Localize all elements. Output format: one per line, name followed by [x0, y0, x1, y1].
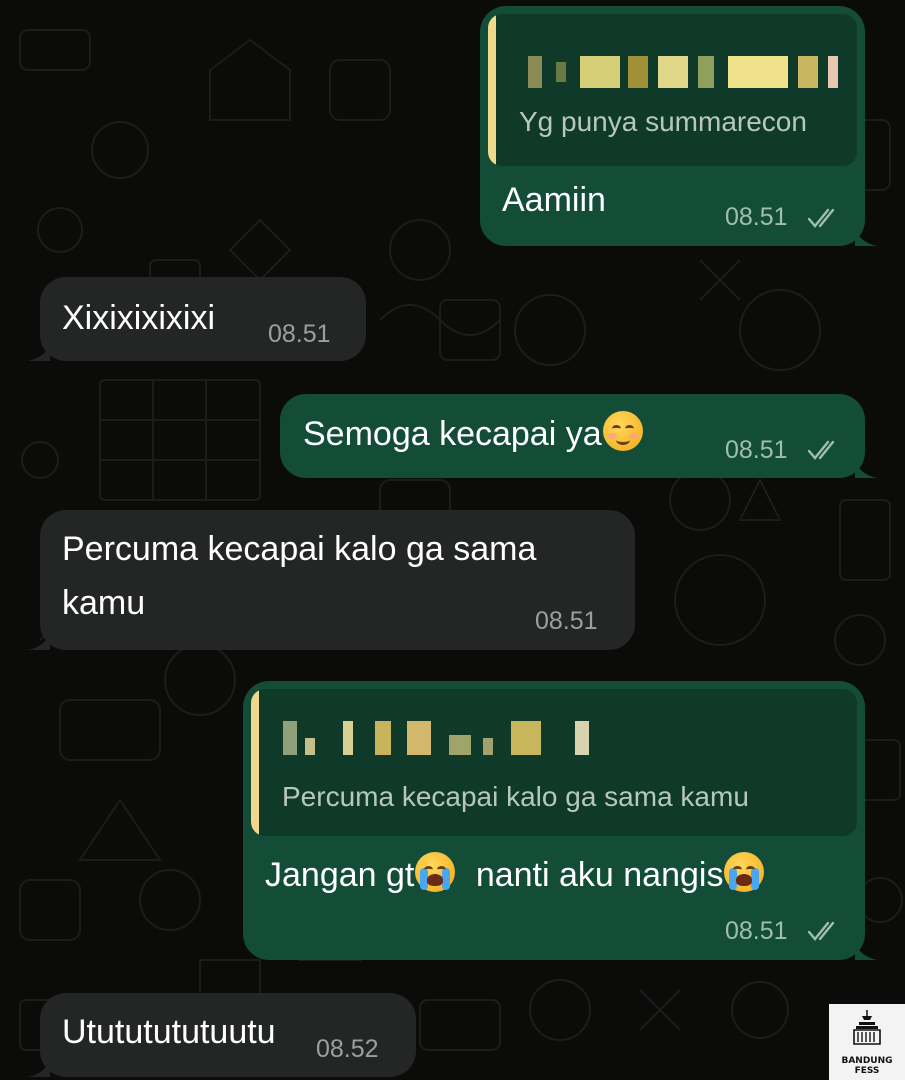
- message-text: Semoga kecapai ya: [303, 407, 644, 461]
- blurred-quote-author: [283, 721, 593, 755]
- quoted-message-text: Yg punya summarecon: [519, 106, 807, 137]
- loudly-crying-face-icon: [415, 852, 456, 892]
- message-text: Jangan gt nanti aku nangis: [265, 848, 765, 902]
- watermark-text: BANDUNG FESS: [829, 1056, 905, 1076]
- double-check-icon: [807, 208, 835, 228]
- message-text: Utututututuutu: [62, 1013, 276, 1051]
- message-text-content: Semoga kecapai ya: [303, 415, 602, 453]
- message-text-part-1: Jangan gt: [265, 856, 415, 894]
- double-check-icon: [807, 921, 835, 941]
- bandung-fess-watermark: BANDUNG FESS: [829, 1004, 905, 1080]
- bubble-tail: [28, 1059, 50, 1077]
- outgoing-message-bubble[interactable]: Yg punya summarecon Aamiin 08.51: [480, 6, 877, 246]
- outgoing-message-bubble[interactable]: Semoga kecapai ya 08.51: [280, 394, 877, 478]
- quoted-message-text: Percuma kecapai kalo ga sama kamu: [282, 781, 749, 812]
- watermark-line-1: BANDUNG: [841, 1056, 893, 1066]
- smiling-face-icon: [602, 411, 643, 451]
- quote-accent-bar: [251, 689, 259, 836]
- message-time: 08.51: [535, 607, 598, 635]
- bubble-tail: [855, 460, 877, 478]
- bubble-tail: [28, 343, 50, 361]
- message-time: 08.51: [268, 320, 331, 348]
- bubble-tail: [855, 228, 877, 246]
- message-text-line-2: kamu: [62, 584, 146, 622]
- message-time: 08.51: [725, 436, 788, 464]
- quoted-message[interactable]: Percuma kecapai kalo ga sama kamu: [251, 689, 857, 836]
- incoming-message-bubble[interactable]: Utututututuutu 08.52: [28, 993, 416, 1077]
- watermark-line-2: FESS: [854, 1066, 880, 1076]
- message-time: 08.51: [725, 203, 788, 231]
- loudly-crying-face-icon: [724, 852, 765, 892]
- blurred-quote-author: [528, 56, 838, 88]
- incoming-message-bubble[interactable]: Xixixixixixi 08.51: [28, 277, 366, 361]
- message-text: Xixixixixixi: [62, 299, 215, 337]
- incoming-message-bubble[interactable]: Percuma kecapai kalo ga sama kamu 08.51: [28, 510, 635, 650]
- message-time: 08.52: [316, 1035, 379, 1063]
- double-check-icon: [807, 440, 835, 460]
- quoted-message[interactable]: Yg punya summarecon: [488, 14, 857, 166]
- quote-accent-bar: [488, 14, 496, 166]
- message-text-line-1: Percuma kecapai kalo ga sama: [62, 530, 537, 568]
- message-time: 08.51: [725, 917, 788, 945]
- message-text: Aamiin: [502, 181, 606, 219]
- outgoing-message-bubble[interactable]: Percuma kecapai kalo ga sama kamu Jangan…: [243, 681, 877, 960]
- bubble-tail: [855, 942, 877, 960]
- gedung-sate-logo-icon: [853, 1010, 881, 1045]
- bubble-tail: [28, 632, 50, 650]
- message-text-part-2: nanti aku nangis: [475, 856, 724, 894]
